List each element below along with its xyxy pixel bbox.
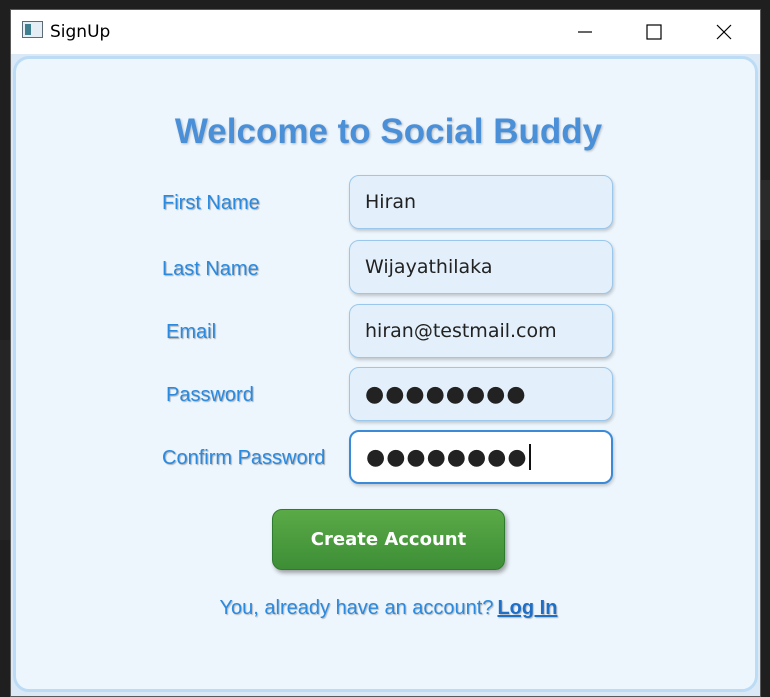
close-icon [716, 24, 732, 40]
maximize-icon [646, 24, 662, 40]
maximize-button[interactable] [622, 10, 686, 54]
email-field[interactable]: hiran@testmail.com [349, 304, 613, 358]
minimize-button[interactable] [553, 10, 617, 54]
confirm-password-field[interactable]: ●●●●●●●● [349, 430, 613, 484]
close-button[interactable] [692, 10, 756, 54]
first-name-field[interactable]: Hiran [349, 175, 613, 229]
confirm-password-label: Confirm Password [162, 447, 326, 469]
signup-window: SignUp Welcome to Social Buddy First Nam… [10, 9, 761, 697]
password-label: Password [166, 384, 254, 406]
background-band [0, 340, 10, 540]
first-name-label: First Name [162, 192, 260, 214]
email-label: Email [166, 321, 217, 343]
login-prompt-text: You, already have an account? [219, 597, 494, 619]
minimize-icon [578, 31, 592, 33]
signup-panel: Welcome to Social Buddy First Name Hiran… [13, 56, 758, 692]
login-link[interactable]: Log In [497, 597, 557, 619]
title-bar[interactable]: SignUp [11, 10, 760, 54]
text-caret [528, 444, 531, 470]
window-content: Welcome to Social Buddy First Name Hiran… [11, 54, 760, 696]
create-account-button[interactable]: Create Account [272, 509, 505, 570]
page-title: Welcome to Social Buddy [174, 112, 603, 151]
password-field[interactable]: ●●●●●●●● [349, 367, 613, 421]
confirm-password-value: ●●●●●●●● [366, 444, 528, 470]
last-name-label: Last Name [162, 258, 259, 280]
app-window-icon [22, 21, 43, 38]
window-title: SignUp [50, 22, 111, 42]
login-prompt: You, already have an account? Log In [16, 597, 761, 620]
last-name-field[interactable]: Wijayathilaka [349, 240, 613, 294]
background-band [761, 180, 770, 240]
